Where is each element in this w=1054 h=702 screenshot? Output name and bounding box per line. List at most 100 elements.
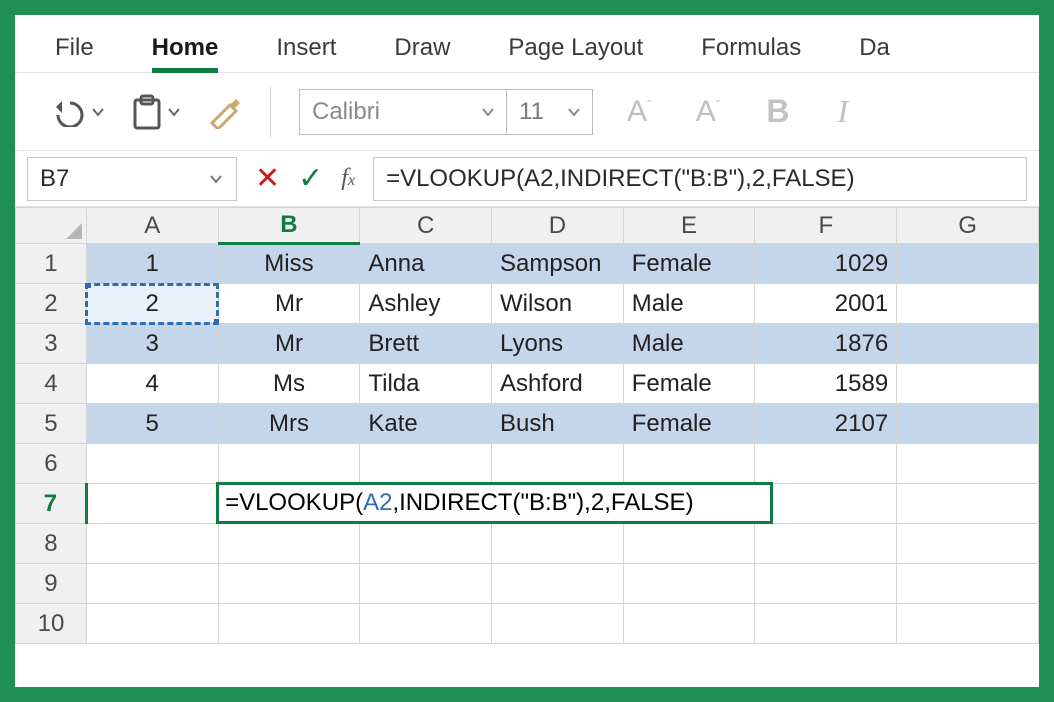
cell-F9[interactable] (755, 564, 897, 604)
cell-A2[interactable]: 2 (86, 284, 218, 324)
cell-A1[interactable]: 1 (86, 244, 218, 284)
cell-D9[interactable] (492, 564, 624, 604)
row-header-8[interactable]: 8 (16, 524, 87, 564)
col-header-A[interactable]: A (86, 208, 218, 244)
fx-icon[interactable]: fx (341, 165, 355, 192)
cell-F6[interactable] (755, 444, 897, 484)
chevron-down-icon[interactable] (556, 90, 592, 134)
cell-E1[interactable]: Female (623, 244, 755, 284)
row-header-5[interactable]: 5 (16, 404, 87, 444)
increase-font-button[interactable]: Aˆ (617, 95, 662, 129)
cell-B10[interactable] (218, 604, 360, 644)
cell-F8[interactable] (755, 524, 897, 564)
row-header-10[interactable]: 10 (16, 604, 87, 644)
font-selector[interactable]: Calibri 11 (299, 89, 593, 135)
cell-E5[interactable]: Female (623, 404, 755, 444)
tab-insert[interactable]: Insert (276, 24, 336, 72)
cell-C2[interactable]: Ashley (360, 284, 492, 324)
cell-C9[interactable] (360, 564, 492, 604)
cell-D5[interactable]: Bush (492, 404, 624, 444)
cell-E3[interactable]: Male (623, 324, 755, 364)
tab-home[interactable]: Home (152, 24, 219, 72)
cell-B5[interactable]: Mrs (218, 404, 360, 444)
row-header-9[interactable]: 9 (16, 564, 87, 604)
col-header-D[interactable]: D (492, 208, 624, 244)
formula-bar[interactable]: =VLOOKUP(A2,INDIRECT("B:B"),2,FALSE) (373, 157, 1027, 201)
cell-D6[interactable] (492, 444, 624, 484)
cell-E4[interactable]: Female (623, 364, 755, 404)
tab-draw[interactable]: Draw (394, 24, 450, 72)
paste-button[interactable] (130, 94, 182, 130)
cell-C10[interactable] (360, 604, 492, 644)
cell-G10[interactable] (897, 604, 1039, 644)
col-header-B[interactable]: B (218, 208, 360, 244)
cell-D8[interactable] (492, 524, 624, 564)
cell-B1[interactable]: Miss (218, 244, 360, 284)
active-cell-editor[interactable]: =VLOOKUP(A2,INDIRECT("B:B"),2,FALSE) (216, 482, 773, 524)
cell-G8[interactable] (897, 524, 1039, 564)
cell-C3[interactable]: Brett (360, 324, 492, 364)
cancel-icon[interactable]: ✕ (255, 161, 280, 196)
cell-G4[interactable] (897, 364, 1039, 404)
cell-D1[interactable]: Sampson (492, 244, 624, 284)
cell-A4[interactable]: 4 (86, 364, 218, 404)
cell-F5[interactable]: 2107 (755, 404, 897, 444)
cell-B3[interactable]: Mr (218, 324, 360, 364)
cell-E2[interactable]: Male (623, 284, 755, 324)
cell-F10[interactable] (755, 604, 897, 644)
font-size[interactable]: 11 (506, 90, 556, 134)
tab-file[interactable]: File (55, 24, 94, 72)
cell-G6[interactable] (897, 444, 1039, 484)
select-all-corner[interactable] (16, 208, 87, 244)
cell-D4[interactable]: Ashford (492, 364, 624, 404)
cell-A8[interactable] (86, 524, 218, 564)
cell-G5[interactable] (897, 404, 1039, 444)
cell-C1[interactable]: Anna (360, 244, 492, 284)
cell-B9[interactable] (218, 564, 360, 604)
chevron-down-icon[interactable] (208, 171, 224, 187)
cell-A5[interactable]: 5 (86, 404, 218, 444)
col-header-C[interactable]: C (360, 208, 492, 244)
tab-data[interactable]: Da (859, 24, 890, 72)
cell-C4[interactable]: Tilda (360, 364, 492, 404)
cell-B2[interactable]: Mr (218, 284, 360, 324)
row-header-7[interactable]: 7 (16, 484, 87, 524)
cell-G7[interactable] (897, 484, 1039, 524)
cell-E6[interactable] (623, 444, 755, 484)
cell-E8[interactable] (623, 524, 755, 564)
tab-page-layout[interactable]: Page Layout (508, 24, 643, 72)
undo-button[interactable] (50, 97, 106, 127)
cell-G3[interactable] (897, 324, 1039, 364)
cell-D3[interactable]: Lyons (492, 324, 624, 364)
col-header-G[interactable]: G (897, 208, 1039, 244)
name-box[interactable]: B7 (27, 157, 237, 201)
cell-A3[interactable]: 3 (86, 324, 218, 364)
col-header-F[interactable]: F (755, 208, 897, 244)
cell-C6[interactable] (360, 444, 492, 484)
cell-A7[interactable] (86, 484, 218, 524)
cell-F2[interactable]: 2001 (755, 284, 897, 324)
row-header-3[interactable]: 3 (16, 324, 87, 364)
cell-A10[interactable] (86, 604, 218, 644)
row-header-6[interactable]: 6 (16, 444, 87, 484)
cell-E10[interactable] (623, 604, 755, 644)
italic-button[interactable]: I (825, 93, 860, 130)
decrease-font-button[interactable]: Aˇ (686, 95, 731, 129)
bold-button[interactable]: B (754, 93, 801, 130)
cell-D10[interactable] (492, 604, 624, 644)
cell-B8[interactable] (218, 524, 360, 564)
cell-G1[interactable] (897, 244, 1039, 284)
cell-F3[interactable]: 1876 (755, 324, 897, 364)
format-painter-button[interactable] (206, 95, 242, 129)
tab-formulas[interactable]: Formulas (701, 24, 801, 72)
row-header-2[interactable]: 2 (16, 284, 87, 324)
row-header-4[interactable]: 4 (16, 364, 87, 404)
cell-F4[interactable]: 1589 (755, 364, 897, 404)
font-name[interactable]: Calibri (300, 90, 470, 134)
spreadsheet-grid[interactable]: ABCDEFG 11MissAnnaSampsonFemale102922MrA… (15, 207, 1039, 687)
cell-D2[interactable]: Wilson (492, 284, 624, 324)
cell-B4[interactable]: Ms (218, 364, 360, 404)
col-header-E[interactable]: E (623, 208, 755, 244)
row-header-1[interactable]: 1 (16, 244, 87, 284)
cell-F1[interactable]: 1029 (755, 244, 897, 284)
